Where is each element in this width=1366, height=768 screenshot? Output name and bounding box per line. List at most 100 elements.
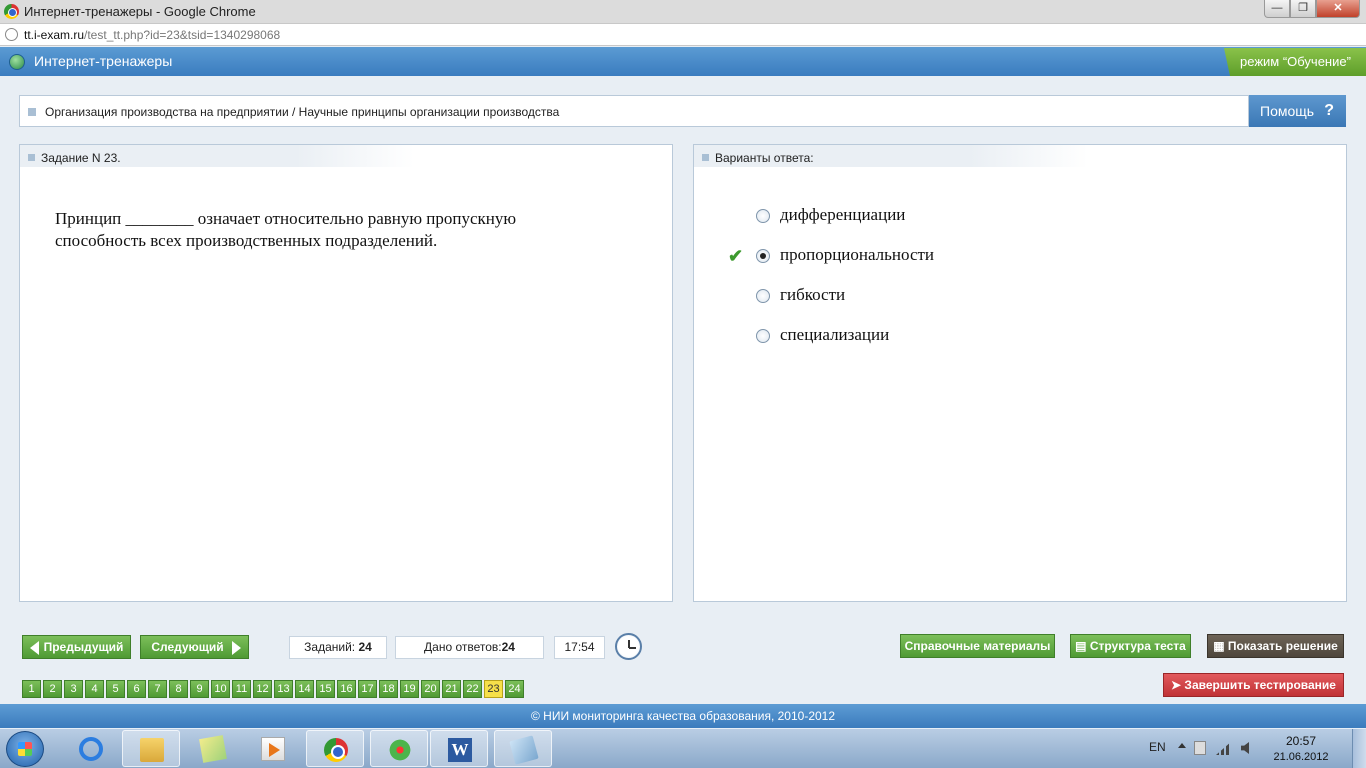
page-button[interactable]: 10 <box>211 680 230 698</box>
taskbar-icq[interactable] <box>370 730 428 767</box>
url-host: tt.i-exam.ru <box>24 28 85 42</box>
close-button[interactable]: ✕ <box>1316 0 1360 18</box>
page-button[interactable]: 11 <box>232 680 251 698</box>
page-button[interactable]: 24 <box>505 680 524 698</box>
action-center-flag-icon[interactable] <box>1194 741 1206 755</box>
show-desktop-button[interactable] <box>1352 729 1366 768</box>
page-icon <box>5 28 18 41</box>
taskbar-ie[interactable] <box>62 730 120 767</box>
radio-button[interactable] <box>756 209 770 223</box>
help-button[interactable]: Помощь ? <box>1249 95 1346 127</box>
page-button[interactable]: 3 <box>64 680 83 698</box>
chrome-icon <box>324 738 348 762</box>
previous-label: Предыдущий <box>43 640 124 654</box>
finish-test-button[interactable]: ➤ Завершить тестирование <box>1163 673 1344 697</box>
page-button[interactable]: 8 <box>169 680 188 698</box>
breadcrumb: Организация производства на предприятии … <box>19 95 1249 127</box>
page-button[interactable]: 5 <box>106 680 125 698</box>
solution-label: Показать решение <box>1227 639 1338 653</box>
task-panel-header: Задание N 23. <box>20 145 414 167</box>
answers-title: Варианты ответа: <box>715 151 814 165</box>
app-header: Интернет-тренажеры режим “Обучение” <box>0 47 1366 76</box>
page-button[interactable]: 12 <box>253 680 272 698</box>
show-solution-button[interactable]: ▦ Показать решение <box>1207 634 1344 658</box>
answer-option[interactable]: дифференциации <box>694 203 1346 243</box>
page-button[interactable]: 13 <box>274 680 293 698</box>
page-button-current[interactable]: 23 <box>484 680 503 698</box>
previous-button[interactable]: Предыдущий <box>22 635 131 659</box>
internet-explorer-icon <box>79 737 103 761</box>
page-button[interactable]: 17 <box>358 680 377 698</box>
running-man-icon: ➤ <box>1171 678 1182 692</box>
network-signal-icon[interactable] <box>1216 741 1232 755</box>
maximize-button[interactable]: ❐ <box>1290 0 1316 18</box>
address-bar[interactable]: tt.i-exam.ru/test_tt.php?id=23&tsid=1340… <box>0 24 1366 46</box>
taskbar: W EN 20:57 21.06.2012 <box>0 728 1366 768</box>
mode-badge: режим “Обучение” <box>1224 48 1366 76</box>
clock-time[interactable]: 20:57 <box>1266 734 1336 748</box>
answer-label[interactable]: гибкости <box>780 285 845 305</box>
taskbar-explorer[interactable] <box>122 730 180 767</box>
taskbar-word[interactable]: W <box>430 730 488 767</box>
checkmark-icon: ✔ <box>728 246 744 266</box>
taskbar-sticky-notes[interactable] <box>184 730 242 767</box>
clock-icon <box>615 633 642 660</box>
page-button[interactable]: 16 <box>337 680 356 698</box>
globe-icon <box>9 54 25 70</box>
answer-options: дифференциации ✔ пропорциональности гибк… <box>694 203 1346 363</box>
next-label: Следующий <box>151 640 224 654</box>
chrome-logo-icon <box>4 4 19 19</box>
answers-panel-header: Варианты ответа: <box>694 145 1088 167</box>
question-text: Принцип ________ означает относительно р… <box>55 209 517 250</box>
page-button[interactable]: 18 <box>379 680 398 698</box>
clock-date[interactable]: 21.06.2012 <box>1266 751 1336 763</box>
taskbar-notepad[interactable] <box>494 730 552 767</box>
question-mark-icon: ? <box>1324 102 1334 119</box>
page-button[interactable]: 14 <box>295 680 314 698</box>
answer-option[interactable]: специализации <box>694 323 1346 363</box>
page-button[interactable]: 6 <box>127 680 146 698</box>
show-hidden-icons-icon[interactable] <box>1178 743 1186 748</box>
answer-label[interactable]: специализации <box>780 325 889 345</box>
page-button[interactable]: 7 <box>148 680 167 698</box>
radio-button[interactable] <box>756 289 770 303</box>
answers-count: 24 <box>501 640 515 654</box>
answer-label[interactable]: дифференциации <box>780 205 905 225</box>
page-button[interactable]: 9 <box>190 680 209 698</box>
page-button[interactable]: 4 <box>85 680 104 698</box>
breadcrumb-text: Организация производства на предприятии … <box>45 105 560 119</box>
minimize-button[interactable]: — <box>1264 0 1290 18</box>
page-button[interactable]: 20 <box>421 680 440 698</box>
bullet-square-icon <box>28 108 36 116</box>
volume-icon[interactable] <box>1241 742 1249 754</box>
page-button[interactable]: 1 <box>22 680 41 698</box>
answer-option[interactable]: гибкости <box>694 283 1346 323</box>
url-text[interactable]: tt.i-exam.ru/test_tt.php?id=23&tsid=1340… <box>24 28 280 42</box>
tasks-count-box: Заданий: 24 <box>289 636 387 659</box>
window-controls: — ❐ ✕ <box>1264 0 1360 18</box>
structure-label: Структура теста <box>1089 639 1186 653</box>
page-button[interactable]: 2 <box>43 680 62 698</box>
page-button[interactable]: 21 <box>442 680 461 698</box>
timer: 17:54 <box>554 636 605 659</box>
radio-button-selected[interactable] <box>756 249 770 263</box>
finish-label: Завершить тестирование <box>1184 678 1336 692</box>
answer-label[interactable]: пропорциональности <box>780 245 934 265</box>
language-indicator[interactable]: EN <box>1149 740 1166 754</box>
reference-materials-button[interactable]: Справочные материалы <box>900 634 1055 658</box>
page-button[interactable]: 15 <box>316 680 335 698</box>
arrow-left-icon <box>30 641 39 655</box>
test-structure-button[interactable]: ▤ Структура теста <box>1070 634 1191 658</box>
next-button[interactable]: Следующий <box>140 635 249 659</box>
start-button[interactable] <box>6 731 44 767</box>
answer-option[interactable]: ✔ пропорциональности <box>694 243 1346 283</box>
page-button[interactable]: 19 <box>400 680 419 698</box>
page-navigation: 1 2 3 4 5 6 7 8 9 10 11 12 13 14 15 16 1… <box>22 680 526 698</box>
tasks-count: 24 <box>358 640 372 654</box>
taskbar-chrome[interactable] <box>306 730 364 767</box>
radio-button[interactable] <box>756 329 770 343</box>
answers-panel: Варианты ответа: дифференциации ✔ пропор… <box>693 144 1347 602</box>
page-button[interactable]: 22 <box>463 680 482 698</box>
taskbar-media-player[interactable] <box>244 730 302 767</box>
answers-count-label: Дано ответов: <box>424 640 502 654</box>
